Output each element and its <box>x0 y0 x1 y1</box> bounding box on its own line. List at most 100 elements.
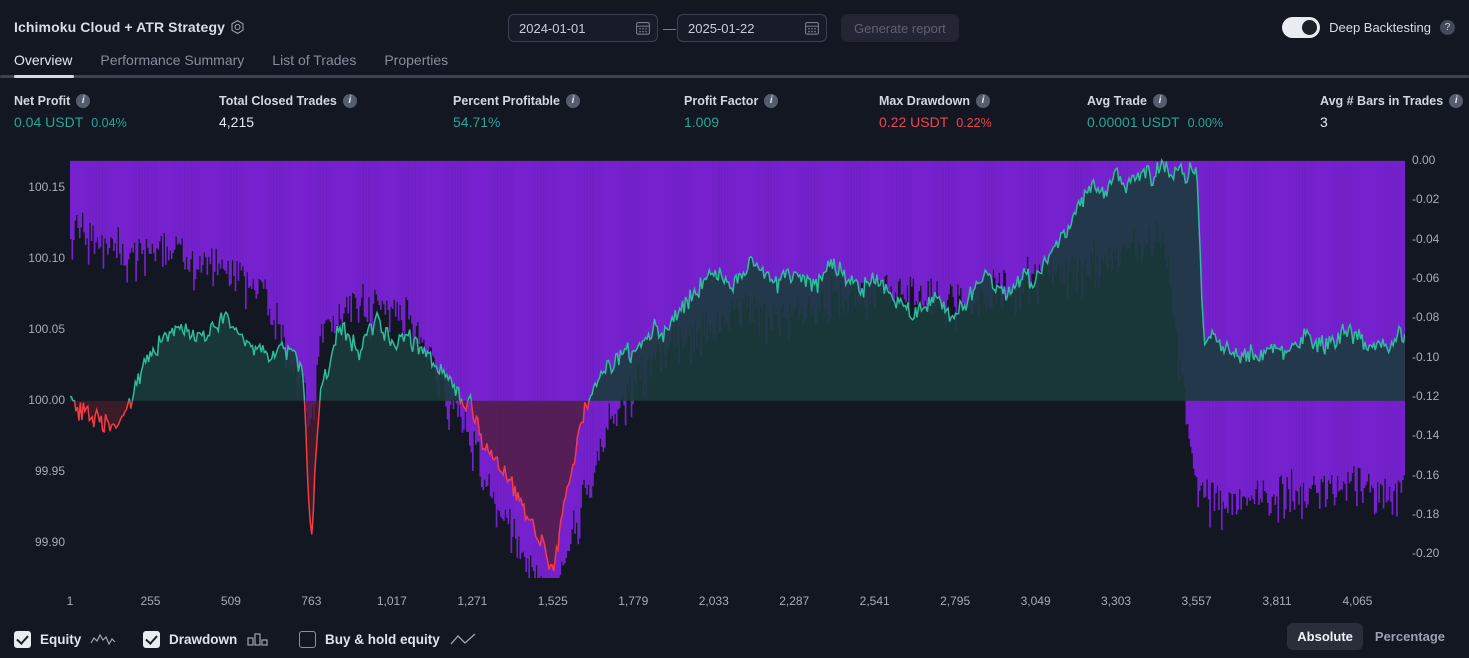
date-from-input[interactable]: 2024-01-01 <box>508 14 658 42</box>
drawdown-bar <box>962 160 965 304</box>
drawdown-bar <box>1399 160 1401 483</box>
drawdown-bar <box>566 160 569 552</box>
drawdown-bar <box>286 160 289 355</box>
drawdown-bar <box>176 160 179 245</box>
drawdown-bar <box>879 160 882 294</box>
chart-plot-area[interactable] <box>70 153 1405 578</box>
drawdown-bar <box>890 160 892 287</box>
drawdown-bar <box>1330 160 1333 476</box>
drawdown-bar <box>1298 160 1300 505</box>
drawdown-bar <box>1292 160 1294 502</box>
drawdown-bar <box>431 160 434 356</box>
drawdown-bar <box>75 160 78 216</box>
drawdown-bar <box>120 160 123 265</box>
y-axis-right-tick: -0.02 <box>1412 192 1440 207</box>
drawdown-bar <box>1222 160 1225 502</box>
stat-label: Percent Profitable i <box>453 94 580 108</box>
drawdown-bar <box>1321 160 1324 483</box>
drawdown-bar <box>299 160 302 379</box>
drawdown-bar <box>939 160 941 301</box>
legend-item-drawdown[interactable]: Drawdown <box>143 631 270 648</box>
info-icon[interactable]: i <box>764 94 779 108</box>
checkbox[interactable] <box>143 631 160 648</box>
drawdown-bar <box>420 160 422 338</box>
stat-primary-value: 0.22 USDT <box>879 114 949 130</box>
calendar-icon[interactable] <box>635 20 651 36</box>
strategy-settings-icon[interactable] <box>229 19 246 36</box>
drawdown-bar <box>1229 160 1232 494</box>
drawdown-bar <box>292 160 295 375</box>
info-icon[interactable]: i <box>976 94 990 108</box>
drawdown-bar <box>1023 160 1026 280</box>
drawdown-bar <box>569 160 572 545</box>
drawdown-bar <box>331 160 333 332</box>
drawdown-bar <box>261 160 264 283</box>
calendar-icon[interactable] <box>804 20 820 36</box>
drawdown-bar <box>1004 160 1007 273</box>
drawdown-bar <box>323 160 326 324</box>
scale-mode-absolute[interactable]: Absolute <box>1287 623 1363 650</box>
info-icon[interactable]: i <box>76 94 91 108</box>
equity-drawdown-chart[interactable]: 100.15 100.10 100.05 100.00 99.95 99.90 0.00 -0… <box>0 144 1469 588</box>
drawdown-bar <box>99 160 102 248</box>
deep-backtesting-toggle[interactable] <box>1282 17 1321 38</box>
checkbox[interactable] <box>299 631 316 648</box>
drawdown-bar <box>353 160 355 295</box>
info-icon[interactable]: i <box>565 94 580 108</box>
drawdown-bar <box>83 160 86 233</box>
x-axis-tick: 2,795 <box>940 594 971 608</box>
drawdown-bar <box>1373 160 1376 515</box>
drawdown-bar <box>1403 160 1405 476</box>
drawdown-bar <box>1264 160 1266 492</box>
drawdown-bar <box>188 160 191 272</box>
legend-item-buy-hold-equity[interactable]: Buy & hold equity <box>299 631 477 648</box>
drawdown-bar <box>1271 160 1274 497</box>
drawdown-bar <box>337 160 339 329</box>
drawdown-bar <box>185 160 188 258</box>
y-axis-left-tick: 99.90 <box>34 534 65 549</box>
checkbox[interactable] <box>14 631 31 648</box>
legend-item-equity[interactable]: Equity <box>14 631 116 648</box>
legend-label: Buy & hold equity <box>325 632 440 647</box>
tab-properties[interactable]: Properties <box>384 50 448 68</box>
drawdown-bar <box>1295 160 1297 491</box>
drawdown-bar <box>915 160 918 302</box>
drawdown-bar <box>230 160 232 285</box>
date-to-input[interactable]: 2025-01-22 <box>677 14 827 42</box>
drawdown-bar <box>308 160 311 425</box>
stat-label: Avg Trade i <box>1087 94 1223 108</box>
y-axis-left-tick: 99.95 <box>34 463 65 478</box>
x-axis-tick: 3,811 <box>1262 594 1292 608</box>
info-icon[interactable]: i <box>1449 94 1464 108</box>
drawdown-bar <box>147 160 149 248</box>
info-icon[interactable]: i <box>342 94 357 108</box>
drawdown-bar <box>204 160 207 258</box>
drawdown-bar <box>394 160 397 317</box>
drawdown-bar <box>151 160 154 244</box>
info-icon[interactable]: i <box>1152 94 1167 108</box>
tab-overview[interactable]: Overview <box>14 50 72 68</box>
drawdown-bar <box>259 160 262 281</box>
question-mark-icon[interactable]: ? <box>1440 20 1455 35</box>
stat-primary-value: 0.04 USDT <box>14 114 84 130</box>
tab-performance-summary[interactable]: Performance Summary <box>100 50 244 68</box>
drawdown-bar <box>182 160 185 262</box>
drawdown-bar <box>957 160 959 285</box>
stat-values: 0.04 USDT 0.04% <box>14 114 127 130</box>
drawdown-bar <box>469 160 471 446</box>
stat-secondary-value: 0.04% <box>91 116 127 130</box>
date-range-separator: — <box>663 21 676 36</box>
scale-mode-percentage[interactable]: Percentage <box>1365 623 1455 650</box>
drawdown-bar <box>1040 160 1042 272</box>
drawdown-bar <box>1339 160 1342 490</box>
drawdown-bar <box>1221 160 1223 530</box>
tab-list-of-trades[interactable]: List of Trades <box>272 50 356 68</box>
drawdown-bar <box>629 160 631 376</box>
generate-report-button[interactable]: Generate report <box>841 14 959 42</box>
stat-card: Net Profit i 0.04 USDT 0.04% <box>14 94 127 130</box>
drawdown-bar <box>1332 160 1334 494</box>
drawdown-bar <box>1311 160 1314 485</box>
drawdown-bar <box>252 160 255 280</box>
drawdown-bar <box>191 160 194 252</box>
drawdown-bar <box>369 160 372 339</box>
